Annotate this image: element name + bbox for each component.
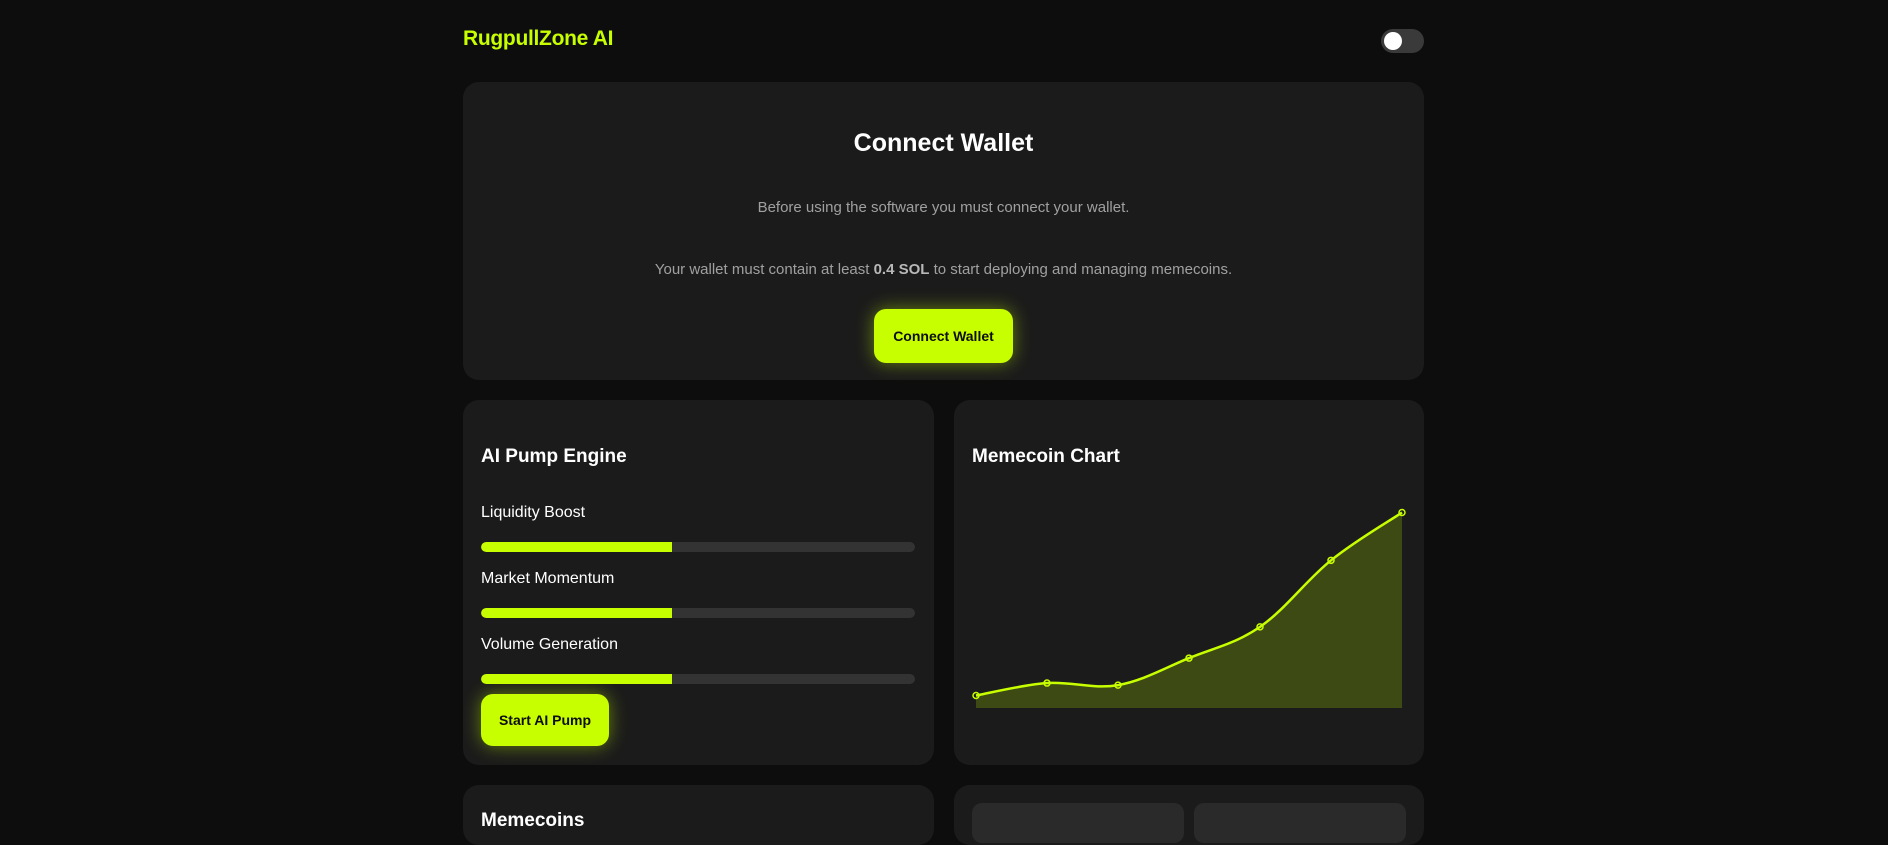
pump-engine-card: AI Pump Engine Liquidity Boost Market Mo… bbox=[463, 400, 934, 765]
memecoins-title: Memecoins bbox=[481, 810, 585, 831]
connect-wallet-button[interactable]: Connect Wallet bbox=[874, 309, 1013, 363]
connect-title: Connect Wallet bbox=[853, 129, 1034, 157]
memecoin-chart-card: Memecoin Chart bbox=[954, 400, 1424, 765]
start-pump-button[interactable]: Start AI Pump bbox=[481, 694, 609, 746]
brand-logo[interactable]: RugpullZone AI bbox=[463, 27, 613, 51]
meter-label-volume: Volume Generation bbox=[481, 636, 618, 653]
requirement-prefix: Your wallet must contain at least bbox=[654, 261, 874, 278]
meter-track-momentum bbox=[481, 608, 915, 618]
pump-engine-title: AI Pump Engine bbox=[481, 446, 627, 467]
stats-card bbox=[954, 785, 1424, 845]
meter-fill-volume bbox=[481, 674, 672, 684]
meter-track-liquidity bbox=[481, 542, 915, 552]
header: RugpullZone AI bbox=[463, 0, 1424, 80]
connect-requirement: Your wallet must contain at least 0.4 SO… bbox=[463, 261, 1424, 278]
main-container: RugpullZone AI Connect Wallet Before usi… bbox=[463, 0, 1424, 845]
stat-tile bbox=[972, 803, 1184, 843]
meter-fill-momentum bbox=[481, 608, 672, 618]
meter-fill-liquidity bbox=[481, 542, 672, 552]
memecoin-chart bbox=[972, 508, 1406, 708]
meter-track-volume bbox=[481, 674, 915, 684]
chart-area-fill bbox=[976, 512, 1402, 708]
connect-wallet-card: Connect Wallet Before using the software… bbox=[463, 82, 1424, 380]
memecoins-card: Memecoins bbox=[463, 785, 934, 845]
meter-label-liquidity: Liquidity Boost bbox=[481, 504, 586, 521]
requirement-suffix: to start deploying and managing memecoin… bbox=[929, 261, 1233, 278]
stat-tile bbox=[1194, 803, 1406, 843]
connect-description: Before using the software you must conne… bbox=[757, 199, 1130, 216]
meter-label-momentum: Market Momentum bbox=[481, 570, 615, 587]
theme-toggle[interactable] bbox=[1381, 29, 1424, 53]
requirement-amount: 0.4 SOL bbox=[873, 261, 930, 278]
toggle-knob bbox=[1384, 32, 1402, 50]
